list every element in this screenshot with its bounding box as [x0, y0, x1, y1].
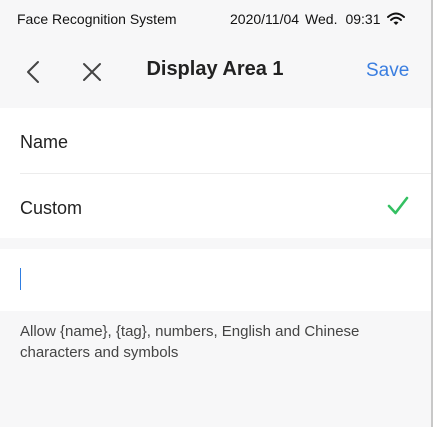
option-label: Custom [20, 198, 83, 218]
status-bar: Face Recognition System 2020/11/04 Wed. … [0, 0, 431, 38]
text-caret [20, 268, 21, 290]
hint-text: Allow {name}, {tag}, numbers, English an… [20, 323, 360, 361]
status-date: 2020/11/04 [230, 11, 300, 27]
option-name[interactable]: Name [0, 108, 431, 174]
page-title: Display Area 1 [146, 58, 284, 80]
status-time: 09:31 [345, 11, 381, 27]
save-button[interactable]: Save [366, 60, 409, 82]
status-day: Wed. [305, 11, 338, 27]
custom-text-input[interactable] [19, 261, 411, 299]
option-label: Name [20, 132, 69, 152]
app-screen: Face Recognition System 2020/11/04 Wed. … [0, 0, 431, 427]
checkmark-icon [386, 195, 410, 217]
custom-input-section [0, 249, 431, 311]
nav-header: Display Area 1 Save [0, 40, 431, 105]
close-icon[interactable] [81, 60, 103, 84]
option-custom[interactable]: Custom [0, 174, 431, 239]
wifi-icon [386, 12, 405, 26]
status-right-group: 2020/11/04 Wed. 09:31 [230, 11, 405, 27]
back-icon[interactable] [23, 60, 43, 84]
display-option-list: Name Custom [0, 108, 431, 238]
status-app-name: Face Recognition System [17, 11, 177, 27]
